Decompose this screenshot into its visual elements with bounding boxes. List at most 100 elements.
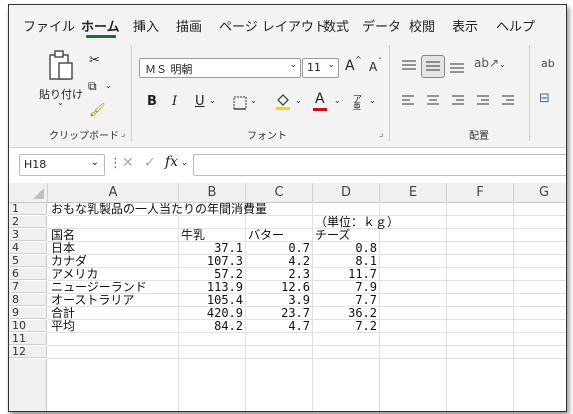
merge-center-icon[interactable]: ⊟ xyxy=(539,91,550,106)
font-color-dropdown-icon[interactable]: ⌄ xyxy=(334,96,341,105)
table-cell[interactable]: 7.2 xyxy=(313,319,377,333)
cell-header-milk[interactable]: 牛乳 xyxy=(181,228,205,242)
table-cell[interactable]: 84.2 xyxy=(179,319,243,333)
row-header[interactable]: 11 xyxy=(9,333,47,345)
horizontal-align-icons[interactable] xyxy=(401,94,521,108)
menu-home[interactable]: ホーム xyxy=(81,16,120,35)
cell-d2-unit[interactable]: （単位：ｋｇ） xyxy=(315,215,399,229)
table-cell[interactable]: 2.3 xyxy=(246,267,310,281)
table-cell[interactable]: ニュージーランド xyxy=(51,280,147,294)
table-cell[interactable]: 420.9 xyxy=(179,306,243,320)
bold-button[interactable]: B xyxy=(147,94,157,109)
row-header[interactable]: 8 xyxy=(9,294,47,306)
select-all-corner[interactable] xyxy=(9,183,48,203)
row-header[interactable]: 4 xyxy=(9,242,47,254)
column-header-b[interactable]: B xyxy=(179,183,246,203)
table-cell[interactable]: 113.9 xyxy=(179,280,243,294)
paste-dropdown-icon[interactable]: ⌄ xyxy=(57,98,64,107)
more-options-icon[interactable]: ⋮ xyxy=(109,156,122,171)
table-cell[interactable]: アメリカ xyxy=(51,267,98,281)
format-painter-icon[interactable]: 🖌 xyxy=(89,103,106,118)
phonetic-dropdown-icon[interactable]: ⌄ xyxy=(369,96,376,105)
row-header[interactable]: 3 xyxy=(9,229,47,241)
table-cell[interactable]: 105.4 xyxy=(179,293,243,307)
font-color-button[interactable]: A xyxy=(315,91,325,107)
orientation-dropdown-icon[interactable]: ⌄ xyxy=(499,60,506,69)
menu-formulas[interactable]: 数式 xyxy=(323,16,349,35)
table-cell[interactable]: 0.8 xyxy=(313,241,377,255)
table-cell[interactable]: 7.9 xyxy=(313,280,377,294)
formula-input[interactable] xyxy=(193,154,566,176)
copy-icon[interactable]: ⧉ xyxy=(88,79,97,94)
table-cell[interactable]: 4.2 xyxy=(246,254,310,268)
row-header[interactable]: 2 xyxy=(9,216,47,228)
cell-header-country[interactable]: 国名 xyxy=(51,228,75,242)
table-cell[interactable]: 4.7 xyxy=(246,319,310,333)
column-header-c[interactable]: C xyxy=(246,183,313,203)
row-header[interactable]: 9 xyxy=(9,307,47,319)
italic-button[interactable]: I xyxy=(172,94,177,109)
wrap-text-button[interactable]: ab xyxy=(541,57,555,70)
table-cell[interactable]: 12.6 xyxy=(246,280,310,294)
align-bottom-icon[interactable] xyxy=(449,59,465,73)
font-size-select[interactable]: 11 ⌄ xyxy=(302,58,339,78)
grow-font-button[interactable]: A xyxy=(345,58,355,74)
row-header[interactable]: 7 xyxy=(9,281,47,293)
orientation-icon[interactable]: ab↗ xyxy=(474,56,499,70)
clipboard-launcher-icon[interactable]: ⌟ xyxy=(121,129,125,139)
table-cell[interactable]: 23.7 xyxy=(246,306,310,320)
menu-help[interactable]: ヘルプ xyxy=(496,16,535,35)
enter-icon[interactable]: ✓ xyxy=(144,155,156,171)
table-cell[interactable]: 日本 xyxy=(51,241,75,255)
cell-header-butter[interactable]: バター xyxy=(248,228,284,242)
borders-icon[interactable] xyxy=(233,96,247,110)
table-cell[interactable]: 57.2 xyxy=(179,267,243,281)
borders-dropdown-icon[interactable]: ⌄ xyxy=(250,96,257,105)
font-launcher-icon[interactable]: ⌟ xyxy=(379,129,383,139)
table-cell[interactable]: 0.7 xyxy=(246,241,310,255)
align-top-icon[interactable] xyxy=(401,59,417,73)
column-header-g[interactable]: G xyxy=(514,183,566,203)
menu-insert[interactable]: 挿入 xyxy=(133,16,159,35)
font-name-select[interactable]: ＭＳ 明朝 ⌄ xyxy=(139,58,301,78)
cell-a1-title[interactable]: おもな乳製品の一人当たりの年間消費量 xyxy=(51,202,267,216)
table-cell[interactable]: 107.3 xyxy=(179,254,243,268)
cut-icon[interactable]: ✂ xyxy=(89,53,100,68)
menu-review[interactable]: 校閲 xyxy=(409,16,435,35)
underline-dropdown-icon[interactable]: ⌄ xyxy=(209,96,216,105)
cell-header-cheese[interactable]: チーズ xyxy=(315,228,350,242)
fill-color-dropdown-icon[interactable]: ⌄ xyxy=(295,96,302,105)
name-box[interactable]: H18 ⌄ xyxy=(19,154,105,176)
table-cell[interactable]: 合計 xyxy=(51,306,75,320)
table-cell[interactable]: 7.7 xyxy=(313,293,377,307)
row-header[interactable]: 5 xyxy=(9,255,47,267)
table-cell[interactable]: 36.2 xyxy=(313,306,377,320)
shrink-font-button[interactable]: A xyxy=(369,60,377,74)
column-header-a[interactable]: A xyxy=(48,183,179,203)
paste-button[interactable] xyxy=(47,49,75,87)
table-cell[interactable]: 平均 xyxy=(51,319,75,333)
row-header[interactable]: 10 xyxy=(9,320,47,332)
table-cell[interactable]: 37.1 xyxy=(179,241,243,255)
align-middle-button[interactable] xyxy=(421,55,445,78)
fill-color-icon[interactable] xyxy=(275,93,291,111)
table-cell[interactable]: 8.1 xyxy=(313,254,377,268)
menu-data[interactable]: データ xyxy=(362,16,401,35)
menu-draw[interactable]: 描画 xyxy=(176,16,202,35)
menu-file[interactable]: ファイル xyxy=(23,16,75,35)
table-cell[interactable]: 3.9 xyxy=(246,293,310,307)
menu-view[interactable]: 表示 xyxy=(452,16,478,35)
table-cell[interactable]: 11.7 xyxy=(313,267,377,281)
cancel-icon[interactable]: ✕ xyxy=(122,155,134,171)
fx-dropdown-icon[interactable]: ⌄ xyxy=(181,158,188,167)
spreadsheet-grid[interactable]: A B C D E F G 1 2 3 4 5 6 7 8 9 10 11 12 xyxy=(9,183,566,411)
table-cell[interactable]: カナダ xyxy=(51,254,87,268)
row-header[interactable]: 6 xyxy=(9,268,47,280)
copy-dropdown-icon[interactable]: ⌄ xyxy=(105,81,112,90)
column-header-d[interactable]: D xyxy=(313,183,380,203)
menu-page-layout[interactable]: ページ レイアウト xyxy=(219,16,327,35)
table-cell[interactable]: オーストラリア xyxy=(51,293,134,307)
row-header[interactable]: 12 xyxy=(9,346,47,358)
underline-button[interactable]: U xyxy=(195,94,205,109)
column-header-f[interactable]: F xyxy=(447,183,514,203)
